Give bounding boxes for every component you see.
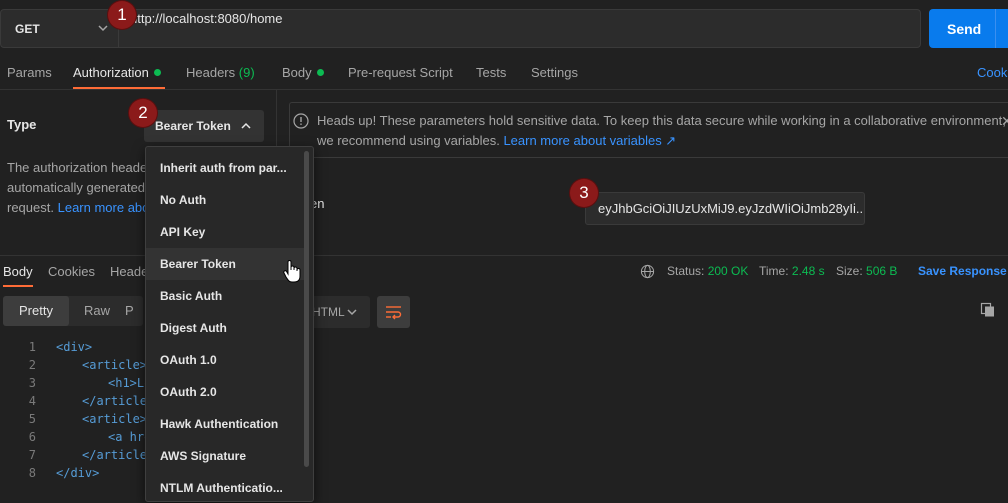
auth-desc-line1: The authorization header	[7, 160, 147, 175]
language-value: HTML	[312, 305, 345, 319]
tab-headers-label: Headers	[186, 65, 236, 80]
response-status: Status: 200 OK	[667, 264, 748, 278]
dropdown-scrollbar[interactable]	[304, 151, 309, 467]
code-text: </article>	[82, 448, 155, 462]
dropdown-item-inherit[interactable]: Inherit auth from par...	[146, 152, 305, 184]
tab-authorization-label: Authorization	[73, 65, 149, 80]
url-input[interactable]: http://localhost:8080/home	[130, 11, 283, 26]
status-dot	[153, 69, 161, 76]
size-label: Size:	[836, 264, 863, 278]
auth-type-dropdown: Inherit auth from par... No Auth API Key…	[145, 146, 314, 502]
chevron-down-icon	[98, 25, 108, 32]
info-icon	[293, 113, 309, 129]
line-number: 2	[28, 358, 36, 372]
send-split-divider	[995, 9, 996, 48]
code-line: 8 </div>	[0, 464, 100, 482]
code-text: </div>	[56, 466, 100, 480]
line-number: 4	[28, 394, 36, 408]
code-text: <div>	[56, 340, 93, 354]
view-pretty-button[interactable]: Pretty	[3, 296, 69, 326]
response-tab-body[interactable]: Body	[3, 264, 33, 279]
dropdown-item-digest-auth[interactable]: Digest Auth	[146, 312, 305, 344]
dropdown-item-hawk[interactable]: Hawk Authentication	[146, 408, 305, 440]
time-value: 2.48 s	[791, 264, 825, 278]
dropdown-item-aws-signature[interactable]: AWS Signature	[146, 440, 305, 472]
chevron-down-icon	[347, 309, 357, 316]
time-label: Time:	[759, 264, 789, 278]
dropdown-item-ntlm[interactable]: NTLM Authenticatio...	[146, 472, 305, 501]
auth-description: The authorization header automatically g…	[7, 158, 147, 218]
dropdown-item-api-key[interactable]: API Key	[146, 216, 305, 248]
code-line: 5 <article>	[0, 410, 147, 428]
code-text: <a hre	[108, 430, 152, 444]
headers-count: (9)	[238, 65, 255, 80]
line-number: 7	[28, 448, 36, 462]
step-marker-1: 1	[108, 1, 136, 29]
code-line: 1 <div>	[0, 338, 92, 356]
cookies-link[interactable]: Cook	[977, 65, 1007, 80]
line-number: 1	[28, 340, 36, 354]
divider	[0, 89, 1008, 90]
status-dot	[316, 69, 324, 76]
learn-more-link[interactable]: Learn more about	[58, 200, 147, 215]
method-label: GET	[15, 21, 40, 36]
response-size: Size: 506 B	[836, 264, 897, 278]
chevron-up-icon	[241, 122, 251, 129]
code-line: 6 <a hre	[0, 428, 152, 446]
copy-icon[interactable]	[980, 302, 996, 318]
code-line: 2 <article>	[0, 356, 147, 374]
tab-body[interactable]: Body	[282, 65, 324, 80]
close-icon[interactable]: ✕	[1001, 113, 1008, 130]
response-time: Time: 2.48 s	[759, 264, 825, 278]
tab-tests[interactable]: Tests	[476, 65, 506, 80]
type-label: Type	[7, 117, 37, 132]
line-number: 5	[28, 412, 36, 426]
view-raw-button[interactable]: Raw	[69, 296, 125, 326]
response-tab-headers[interactable]: Heade	[110, 264, 148, 279]
size-value: 506 B	[866, 264, 898, 278]
auth-desc-line2: automatically generated	[7, 180, 146, 195]
auth-desc-line3: request.	[7, 200, 54, 215]
globe-icon	[640, 264, 655, 279]
token-input[interactable]: eyJhbGciOiJIUzUxMiJ9.eyJzdWIiOiJmb28yIi.…	[585, 192, 865, 225]
code-line: 7 </article>	[0, 446, 154, 464]
dropdown-item-basic-auth[interactable]: Basic Auth	[146, 280, 305, 312]
status-value: 200 OK	[707, 264, 749, 278]
dropdown-item-no-auth[interactable]: No Auth	[146, 184, 305, 216]
tab-prerequest-script[interactable]: Pre-request Script	[348, 65, 453, 80]
active-tab-indicator	[3, 285, 33, 287]
line-number: 8	[28, 466, 36, 480]
tab-headers[interactable]: Headers (9)	[186, 65, 255, 80]
send-button[interactable]: Send	[929, 9, 1008, 48]
tab-params[interactable]: Params	[7, 65, 52, 80]
step-marker-3: 3	[570, 179, 598, 207]
tab-settings[interactable]: Settings	[531, 65, 578, 80]
learn-more-variables-link[interactable]: Learn more about variables ↗	[503, 133, 676, 148]
tab-body-label: Body	[282, 65, 312, 80]
code-line: 3 <h1>Lo	[0, 374, 152, 392]
code-text: <article>	[82, 358, 148, 372]
step-marker-2: 2	[129, 99, 157, 127]
dropdown-item-oauth1[interactable]: OAuth 1.0	[146, 344, 305, 376]
dropdown-item-oauth2[interactable]: OAuth 2.0	[146, 376, 305, 408]
wrap-lines-icon	[386, 306, 402, 320]
hand-cursor-icon	[283, 260, 301, 283]
line-number: 3	[28, 376, 36, 390]
heads-up-line2: we recommend using variables.	[317, 133, 500, 148]
code-text: <h1>Lo	[108, 376, 152, 390]
code-text: <article>	[82, 412, 148, 426]
save-response-button[interactable]: Save Response	[918, 264, 1007, 278]
heads-up-line1: Heads up! These parameters hold sensitiv…	[317, 113, 1006, 128]
view-preview-button[interactable]: P	[125, 296, 143, 326]
code-line: 4 </article>	[0, 392, 154, 410]
response-tab-cookies[interactable]: Cookies	[48, 264, 95, 279]
code-text: </article>	[82, 394, 155, 408]
tab-authorization[interactable]: Authorization	[73, 65, 161, 80]
line-number: 6	[28, 430, 36, 444]
auth-type-value: Bearer Token	[155, 119, 231, 133]
dropdown-item-bearer-token[interactable]: Bearer Token	[146, 248, 305, 280]
status-label: Status:	[667, 264, 705, 278]
heads-up-text: Heads up! These parameters hold sensitiv…	[317, 111, 1006, 151]
